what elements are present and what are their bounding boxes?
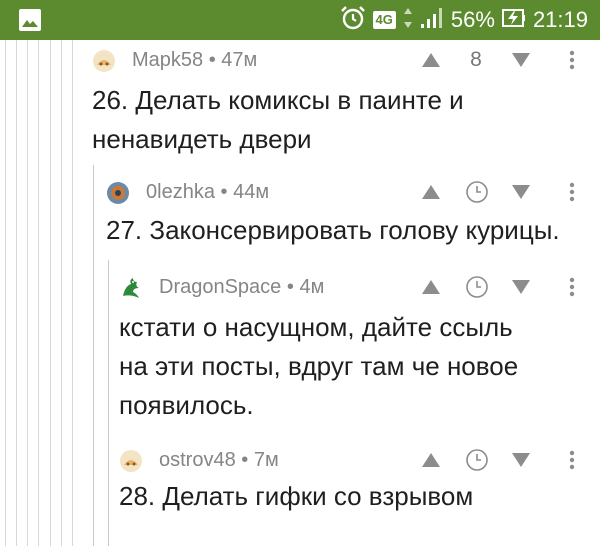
author-name[interactable]: Мapk58 bbox=[132, 49, 203, 71]
thread-line bbox=[5, 40, 6, 546]
clock-icon bbox=[465, 180, 489, 209]
comment-text: 28. Делать гифки со взрывом bbox=[119, 477, 473, 516]
network-badge: 4G bbox=[372, 11, 396, 29]
comment-text: 26. Делать комиксы в паинте и ненавидеть… bbox=[92, 81, 464, 159]
comment: Мapk58 • 47м 8 26. Делать комиксы в паин… bbox=[92, 47, 600, 162]
thread-line bbox=[61, 40, 62, 546]
comment-text: кстати о насущном, дайте ссыль на эти по… bbox=[119, 308, 518, 425]
comment-line: 26. Делать комиксы в паинте и bbox=[92, 85, 464, 115]
separator: • bbox=[241, 449, 249, 471]
comment-line: кстати о насущном, дайте ссыль bbox=[119, 312, 513, 342]
thread-line bbox=[38, 40, 39, 546]
upvote-icon[interactable] bbox=[420, 49, 442, 76]
separator: • bbox=[220, 181, 228, 203]
comment: ostrov48 • 7м 28. Делать гифки со взрыво… bbox=[119, 447, 600, 527]
battery-charging-icon bbox=[501, 6, 526, 35]
thread-line bbox=[72, 40, 73, 546]
comment-time: 4м bbox=[299, 276, 325, 298]
thread-line bbox=[93, 165, 94, 546]
comment-line: 28. Делать гифки со взрывом bbox=[119, 481, 474, 511]
thread-line bbox=[16, 40, 17, 546]
author-name[interactable]: 0lezhka bbox=[146, 181, 215, 203]
signal-icon bbox=[420, 6, 444, 35]
more-icon[interactable] bbox=[568, 449, 576, 476]
avatar[interactable] bbox=[119, 449, 143, 473]
avatar[interactable] bbox=[119, 276, 143, 300]
more-icon[interactable] bbox=[568, 49, 576, 76]
more-icon[interactable] bbox=[568, 276, 576, 303]
avatar[interactable] bbox=[92, 49, 116, 73]
downvote-icon[interactable] bbox=[510, 181, 532, 208]
comment-time: 7м bbox=[253, 449, 279, 471]
upvote-icon[interactable] bbox=[420, 181, 442, 208]
clock-icon bbox=[465, 448, 489, 477]
downvote-icon[interactable] bbox=[510, 276, 532, 303]
comment-time: 47м bbox=[221, 49, 258, 71]
thread-line bbox=[50, 40, 51, 546]
upvote-icon[interactable] bbox=[420, 449, 442, 476]
comment-time: 44м bbox=[233, 181, 270, 203]
comment-line: появилось. bbox=[119, 390, 254, 420]
comment-line: на эти посты, вдруг там че новое bbox=[119, 351, 519, 381]
avatar[interactable] bbox=[106, 181, 130, 205]
thread-line bbox=[27, 40, 28, 546]
clock: 21:19 bbox=[532, 7, 588, 32]
rating: 8 bbox=[470, 48, 482, 71]
upvote-icon[interactable] bbox=[420, 276, 442, 303]
author-name[interactable]: DragonSpace bbox=[159, 276, 281, 298]
downvote-icon[interactable] bbox=[510, 449, 532, 476]
clock-icon bbox=[465, 275, 489, 304]
data-arrows-icon bbox=[403, 6, 413, 35]
alarm-icon bbox=[340, 5, 366, 36]
separator: • bbox=[208, 49, 216, 71]
comment-line: ненавидеть двери bbox=[92, 124, 312, 154]
downvote-icon[interactable] bbox=[510, 49, 532, 76]
more-icon[interactable] bbox=[568, 181, 576, 208]
comment: DragonSpace • 4м кстати о насущном, дайт… bbox=[119, 274, 600, 434]
image-icon bbox=[18, 8, 42, 37]
separator: • bbox=[286, 276, 294, 298]
comment-text: 27. Законсервировать голову курицы. bbox=[106, 211, 560, 250]
status-bar: 4G 56% 21:19 bbox=[0, 0, 600, 40]
comment-line: 27. Законсервировать голову курицы. bbox=[106, 215, 560, 245]
comment: 0lezhka • 44м 27. Законсервировать голов… bbox=[106, 179, 600, 259]
author-name[interactable]: ostrov48 bbox=[159, 449, 236, 471]
battery-percent: 56% bbox=[450, 7, 495, 32]
thread-line bbox=[108, 260, 109, 546]
